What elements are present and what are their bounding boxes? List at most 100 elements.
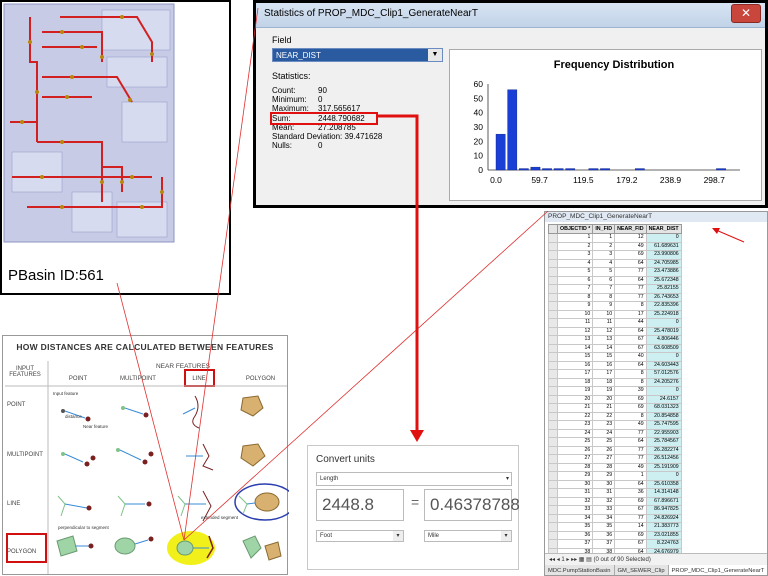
table-cell[interactable]: 1 [592,233,616,243]
table-row[interactable]: 16 16 64 24.603443 [548,360,682,370]
row-selector[interactable] [548,445,558,455]
table-cell[interactable]: 17 [556,369,594,379]
row-selector[interactable] [548,539,558,549]
to-value-input[interactable]: 0.46378788 [424,489,520,521]
to-unit-select[interactable]: Mile ▾ [424,530,512,542]
table-cell[interactable]: 24.6157 [645,394,682,404]
table-cell[interactable]: 8 [592,292,616,302]
table-row[interactable]: 14 14 67 63.608509 [548,343,682,353]
table-cell[interactable]: 23 [592,420,616,430]
table-cell[interactable]: 77 [614,454,647,464]
row-selector[interactable] [548,284,558,294]
table-cell[interactable]: 44 [614,318,647,328]
table-row[interactable]: 29 29 1 0 [548,471,682,481]
row-selector[interactable] [548,454,558,464]
table-cell[interactable]: 69 [614,250,647,260]
table-cell[interactable]: 31 [556,488,594,498]
row-selector[interactable] [548,513,558,523]
table-cell[interactable]: 21 [592,403,616,413]
table-cell[interactable]: 9 [592,301,616,311]
table-cell[interactable]: 67 [614,539,647,549]
table-cell[interactable]: 27 [556,454,594,464]
table-cell[interactable]: 0 [645,233,682,243]
table-cell[interactable]: 22.835396 [645,301,682,311]
first-record-icon[interactable]: ◂◂ [549,557,555,563]
table-row[interactable]: 37 37 67 8.224763 [548,539,682,549]
table-cell[interactable]: 69 [614,394,647,404]
table-cell[interactable]: 14 [556,343,594,353]
table-cell[interactable]: 3 [592,250,616,260]
table-cell[interactable]: 23.473886 [645,267,682,277]
table-cell[interactable]: 25.478019 [645,326,682,336]
table-cell[interactable]: 36 [614,488,647,498]
from-unit-select[interactable]: Foot ▾ [316,530,404,542]
table-cell[interactable]: 4 [556,258,594,268]
row-selector[interactable] [548,394,558,404]
table-row[interactable]: 21 21 69 68.031323 [548,403,682,413]
table-cell[interactable]: 20 [556,394,594,404]
table-cell[interactable]: 40 [614,352,647,362]
row-selector-header[interactable] [548,224,558,234]
table-cell[interactable]: 0 [645,352,682,362]
table-cell[interactable]: 24.603443 [645,360,682,370]
table-row[interactable]: 10 10 17 25.224918 [548,309,682,319]
table-cell[interactable]: 25.747595 [645,420,682,430]
row-selector[interactable] [548,258,558,268]
table-row[interactable]: 35 35 14 21.383773 [548,522,682,532]
table-cell[interactable]: 23.021855 [645,530,682,540]
table-cell[interactable]: 8 [614,411,647,421]
row-selector[interactable] [548,377,558,387]
row-selector[interactable] [548,267,558,277]
table-cell[interactable]: 32 [592,496,616,506]
table-cell[interactable]: 36 [592,530,616,540]
row-selector[interactable] [548,360,558,370]
table-cell[interactable]: 6 [556,275,594,285]
table-cell[interactable]: 26 [592,445,616,455]
table-cell[interactable]: 12 [592,326,616,336]
table-cell[interactable]: 11 [556,318,594,328]
table-cell[interactable]: 1 [614,471,647,481]
next-record-icon[interactable]: ▸ [566,557,569,563]
table-cell[interactable]: 8 [556,292,594,302]
table-cell[interactable]: 49 [614,420,647,430]
table-cell[interactable]: 12 [614,233,647,243]
row-selector[interactable] [548,522,558,532]
row-selector[interactable] [548,250,558,260]
table-cell[interactable]: 22.955903 [645,428,682,438]
show-selected-records-icon[interactable]: ▤ [586,557,592,563]
row-selector[interactable] [548,292,558,302]
table-cell[interactable]: 18 [592,377,616,387]
column-header[interactable]: NEAR_DIST [645,224,682,234]
row-selector[interactable] [548,352,558,362]
table-cell[interactable]: 77 [614,445,647,455]
table-cell[interactable]: 31 [592,488,616,498]
table-row[interactable]: 17 17 8 57.012576 [548,369,682,379]
field-dropdown[interactable]: NEAR_DIST ▼ [272,48,443,62]
table-cell[interactable]: 12 [556,326,594,336]
table-cell[interactable]: 26.512456 [645,454,682,464]
table-row[interactable]: 25 25 64 25.784567 [548,437,682,447]
table-row[interactable]: 9 9 8 22.835396 [548,301,682,311]
table-cell[interactable]: 69 [614,496,647,506]
table-cell[interactable]: 14 [592,343,616,353]
table-cell[interactable]: 8 [614,369,647,379]
table-cell[interactable]: 23.990806 [645,250,682,260]
row-selector[interactable] [548,343,558,353]
table-row[interactable]: 19 19 39 0 [548,386,682,396]
table-cell[interactable]: 30 [556,479,594,489]
row-selector[interactable] [548,318,558,328]
chevron-down-icon[interactable]: ▼ [428,49,442,61]
table-cell[interactable]: 19 [592,386,616,396]
table-cell[interactable]: 10 [556,309,594,319]
table-cell[interactable]: 24 [592,428,616,438]
table-cell[interactable]: 25.784567 [645,437,682,447]
row-selector[interactable] [548,462,558,472]
tab-pump-station-basin[interactable]: MDC.PumpStationBasin [545,565,615,575]
table-cell[interactable]: 22 [556,411,594,421]
table-cell[interactable]: 49 [614,462,647,472]
row-selector[interactable] [548,301,558,311]
table-cell[interactable]: 24.205276 [645,377,682,387]
column-header[interactable]: IN_FID [592,224,616,234]
from-value-input[interactable]: 2448.8 [316,489,404,521]
table-cell[interactable]: 16 [556,360,594,370]
